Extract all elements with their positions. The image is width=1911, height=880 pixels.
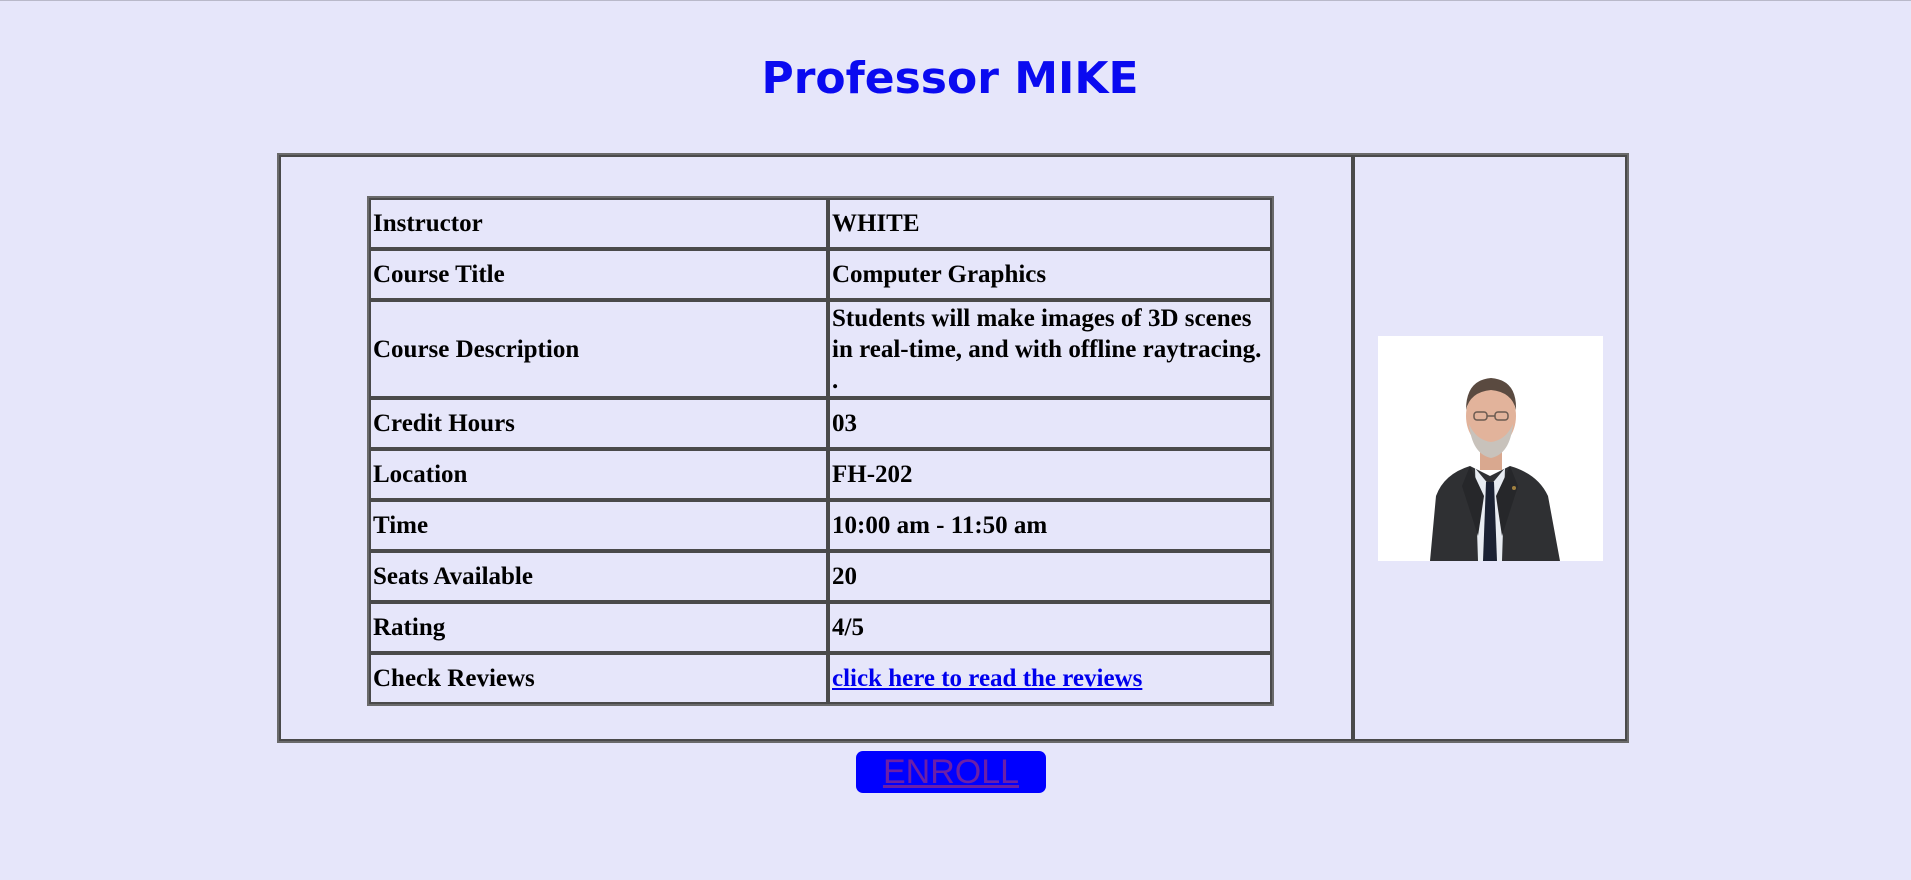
table-row: Time 10:00 am - 11:50 am [369,500,1272,551]
course-layout-table: Instructor WHITE Course Title Computer G… [277,153,1629,743]
table-row: Instructor WHITE [369,198,1272,249]
page-title: Professor MIKE [761,53,1139,104]
seats-available-value: 20 [828,551,1272,602]
course-description-value: Students will make images of 3D scenes i… [828,300,1272,398]
seats-available-label: Seats Available [369,551,828,602]
instructor-value: WHITE [828,198,1272,249]
table-row: Course Title Computer Graphics [369,249,1272,300]
credit-hours-label: Credit Hours [369,398,828,449]
course-description-label: Course Description [369,300,828,398]
table-row: Rating 4/5 [369,602,1272,653]
time-value: 10:00 am - 11:50 am [828,500,1272,551]
rating-value: 4/5 [828,602,1272,653]
credit-hours-value: 03 [828,398,1272,449]
enroll-button[interactable]: ENROLL [856,751,1046,793]
table-row: Credit Hours 03 [369,398,1272,449]
course-title-value: Computer Graphics [828,249,1272,300]
check-reviews-cell: click here to read the reviews [828,653,1272,704]
table-row: Check Reviews click here to read the rev… [369,653,1272,704]
reviews-link[interactable]: click here to read the reviews [832,665,1142,692]
course-info-cell: Instructor WHITE Course Title Computer G… [279,155,1353,741]
course-info-table: Instructor WHITE Course Title Computer G… [367,196,1274,706]
table-row: Seats Available 20 [369,551,1272,602]
location-value: FH-202 [828,449,1272,500]
rating-label: Rating [369,602,828,653]
check-reviews-label: Check Reviews [369,653,828,704]
table-row: Course Description Students will make im… [369,300,1272,398]
professor-photo [1377,335,1603,561]
time-label: Time [369,500,828,551]
table-row: Location FH-202 [369,449,1272,500]
course-title-label: Course Title [369,249,828,300]
location-label: Location [369,449,828,500]
professor-photo-cell [1353,155,1627,741]
instructor-label: Instructor [369,198,828,249]
